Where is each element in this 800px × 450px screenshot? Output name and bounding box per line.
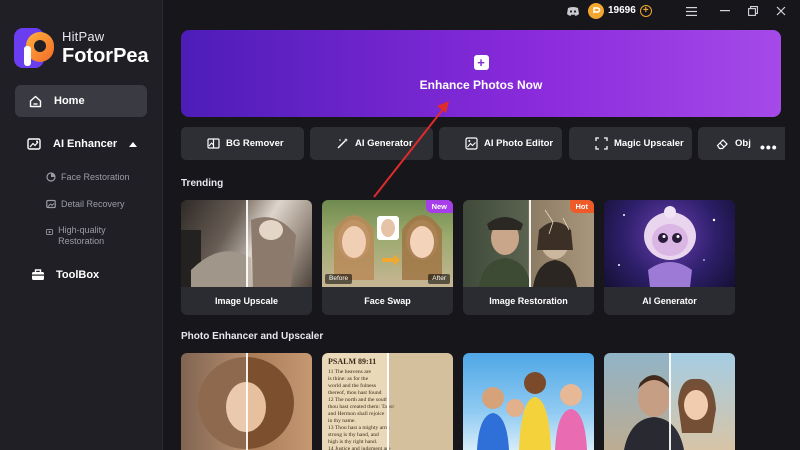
discord-icon[interactable]: [566, 4, 580, 18]
tool-label: BG Remover: [226, 138, 284, 149]
title-bar: 19696 +: [163, 0, 800, 22]
sidebar-subitem-label: Face Restoration: [61, 172, 130, 182]
sidebar-item-ai-enhancer[interactable]: AI Enhancer: [27, 133, 147, 155]
sidebar-item-home-label: Home: [54, 95, 85, 107]
ai-generator-icon: [337, 138, 348, 149]
collapse-caret-icon[interactable]: [129, 141, 137, 147]
enhance-photos-banner[interactable]: + Enhance Photos Now: [181, 30, 781, 117]
after-tag: After: [428, 274, 450, 284]
ai-generator-thumbnail: [604, 200, 735, 287]
menu-icon[interactable]: [684, 4, 698, 18]
card-photo-enhancer[interactable]: [181, 353, 312, 450]
sidebar-item-ai-enhancer-label: AI Enhancer: [53, 138, 118, 150]
psalm-heading: PSALM 89:11: [328, 357, 377, 366]
close-icon[interactable]: [774, 4, 788, 18]
home-icon: [29, 95, 42, 107]
eraser-icon: [716, 139, 728, 150]
tool-label: AI Photo Editor: [484, 138, 554, 149]
card-portrait-photo[interactable]: [604, 353, 735, 450]
restore-icon[interactable]: [746, 4, 760, 18]
tool-bg-remover-button[interactable]: BG Remover: [181, 127, 304, 160]
brand-small: HitPaw: [62, 29, 105, 44]
sidebar-subitem-label: Detail Recovery: [61, 199, 125, 209]
image-restoration-thumbnail: [463, 200, 594, 287]
coin-count: 19696: [608, 5, 636, 16]
tool-magic-upscaler-button[interactable]: Magic Upscaler: [569, 127, 692, 160]
sidebar-subitem-label: High-quality Restoration: [58, 225, 106, 246]
face-restoration-icon: [46, 172, 56, 182]
detail-recovery-icon: [46, 199, 56, 209]
tool-ai-generator-button[interactable]: AI Generator: [310, 127, 433, 160]
sidebar: HitPaw FotorPea Home AI Enhancer Face Re…: [0, 0, 163, 450]
card-image-restoration[interactable]: Hot Image Restoration: [463, 200, 594, 315]
coin-balance[interactable]: 19696 +: [588, 2, 652, 19]
ai-enhancer-icon: [27, 138, 41, 150]
image-upscale-thumbnail: [181, 200, 312, 287]
compare-divider: [246, 200, 248, 287]
add-coin-icon[interactable]: +: [639, 4, 652, 17]
card-label: Face Swap: [364, 296, 411, 306]
brand-big: FotorPea: [62, 45, 149, 67]
photo-editor-icon: [465, 137, 478, 150]
minimize-icon[interactable]: [718, 4, 732, 18]
compare-divider: [529, 200, 531, 287]
bg-remover-icon: [207, 138, 220, 149]
add-photo-icon: +: [473, 55, 489, 70]
tool-label: Magic Upscaler: [614, 138, 684, 149]
tool-label: AI Generator: [355, 138, 413, 149]
card-text-restoration[interactable]: PSALM 89:11 11 The heavens are is thine: …: [322, 353, 453, 450]
sidebar-subitem-face-restoration[interactable]: Face Restoration: [46, 172, 130, 183]
sidebar-subitem-high-quality-restoration[interactable]: High-quality Restoration: [46, 225, 126, 247]
more-tools-icon[interactable]: •••: [760, 139, 778, 155]
sidebar-item-toolbox-label: ToolBox: [56, 268, 100, 281]
card-label: Image Restoration: [489, 296, 568, 306]
toolbox-icon: [32, 269, 44, 280]
tool-label: Obj: [735, 138, 751, 149]
sidebar-item-toolbox[interactable]: ToolBox: [31, 268, 99, 281]
card-face-swap[interactable]: New Before After Face Swap: [322, 200, 453, 315]
compare-divider: [387, 353, 389, 450]
sidebar-item-home[interactable]: Home: [15, 85, 147, 117]
coin-icon: [588, 2, 604, 19]
sidebar-subitem-detail-recovery[interactable]: Detail Recovery: [46, 199, 125, 210]
enhancer-title: Photo Enhancer and Upscaler: [181, 331, 324, 342]
upscaler-icon: [595, 137, 608, 150]
hot-badge: Hot: [569, 200, 594, 213]
before-tag: Before: [325, 274, 353, 284]
high-quality-restoration-icon: [46, 229, 53, 235]
card-label: Image Upscale: [214, 296, 279, 306]
fotorpea-logo-icon: [14, 26, 56, 70]
card-group-photo[interactable]: [463, 353, 594, 450]
degraded-overlay: [388, 353, 453, 450]
card-label: AI Generator: [642, 296, 697, 306]
compare-divider: [246, 353, 248, 450]
compare-divider: [669, 353, 671, 450]
card-ai-generator[interactable]: AI Generator: [604, 200, 735, 315]
group-photo-thumbnail: [477, 372, 587, 450]
tool-ai-photo-editor-button[interactable]: AI Photo Editor: [439, 127, 562, 160]
enhance-photos-label: Enhance Photos Now: [419, 78, 543, 92]
tools-row: BG Remover AI Generator AI Photo Editor …: [181, 127, 785, 160]
trending-title: Trending: [181, 178, 224, 189]
card-image-upscale[interactable]: Image Upscale: [181, 200, 312, 315]
new-badge: New: [425, 200, 453, 213]
app-logo: HitPaw FotorPea: [14, 26, 149, 70]
